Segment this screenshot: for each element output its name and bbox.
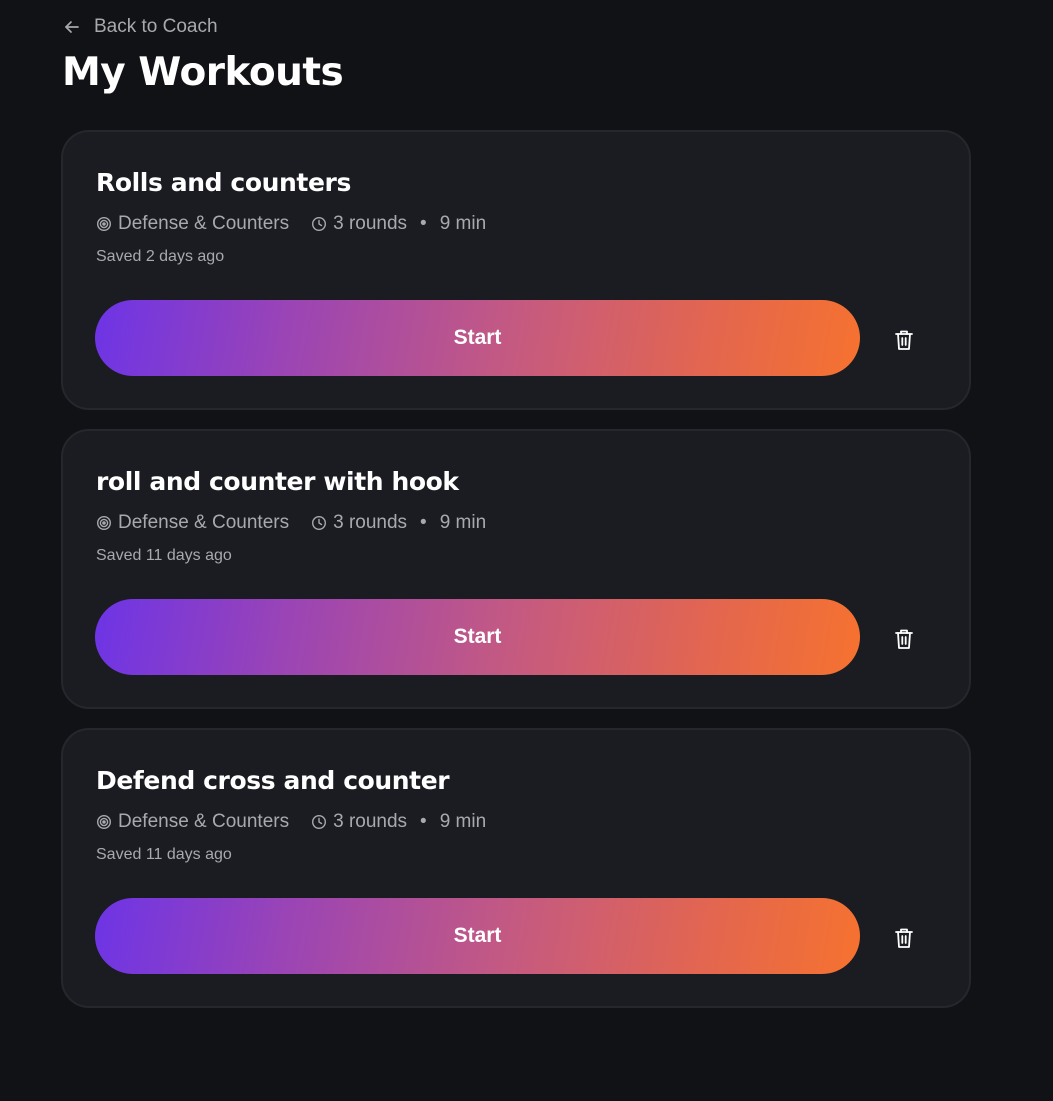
- saved-timestamp: Saved 11 days ago: [96, 846, 232, 863]
- duration-label: 9 min: [439, 811, 487, 832]
- trash-icon: [894, 329, 914, 351]
- workout-title: roll and counter with hook: [96, 467, 459, 496]
- rounds-label: 3 rounds: [333, 213, 408, 234]
- workout-category: Defense & Counters: [96, 512, 289, 534]
- meta-separator: •: [420, 512, 427, 533]
- category-label: Defense & Counters: [118, 213, 290, 234]
- workout-duration: 3 rounds • 9 min: [311, 811, 486, 833]
- delete-button[interactable]: [886, 322, 922, 358]
- category-label: Defense & Counters: [118, 811, 290, 832]
- meta-separator: •: [420, 213, 427, 234]
- workout-card: roll and counter with hook Defense & Cou…: [61, 429, 971, 709]
- workout-category: Defense & Counters: [96, 811, 289, 833]
- target-icon: [96, 515, 112, 531]
- delete-button[interactable]: [886, 920, 922, 956]
- saved-timestamp: Saved 11 days ago: [96, 547, 232, 564]
- workout-list: Rolls and counters Defense & Counters 3 …: [61, 130, 971, 1027]
- my-workouts-page: Back to Coach My Workouts Rolls and coun…: [0, 0, 1053, 1101]
- delete-button[interactable]: [886, 621, 922, 657]
- workout-duration: 3 rounds • 9 min: [311, 213, 486, 235]
- target-icon: [96, 216, 112, 232]
- trash-icon: [894, 628, 914, 650]
- duration-label: 9 min: [439, 512, 487, 533]
- workout-title: Rolls and counters: [96, 168, 351, 197]
- page-title: My Workouts: [62, 50, 344, 95]
- workout-meta: Defense & Counters 3 rounds • 9 min: [96, 213, 486, 235]
- arrow-left-icon: [62, 17, 82, 37]
- start-button[interactable]: Start: [95, 599, 860, 675]
- workout-duration: 3 rounds • 9 min: [311, 512, 486, 534]
- workout-category: Defense & Counters: [96, 213, 289, 235]
- back-to-coach-link[interactable]: Back to Coach: [62, 14, 218, 40]
- workout-meta: Defense & Counters 3 rounds • 9 min: [96, 512, 486, 534]
- clock-icon: [311, 515, 327, 531]
- start-button[interactable]: Start: [95, 898, 860, 974]
- trash-icon: [894, 927, 914, 949]
- workout-title: Defend cross and counter: [96, 766, 450, 795]
- start-button[interactable]: Start: [95, 300, 860, 376]
- clock-icon: [311, 814, 327, 830]
- workout-card: Defend cross and counter Defense & Count…: [61, 728, 971, 1008]
- duration-label: 9 min: [439, 213, 487, 234]
- target-icon: [96, 814, 112, 830]
- meta-separator: •: [420, 811, 427, 832]
- back-link-label: Back to Coach: [94, 16, 218, 37]
- workout-meta: Defense & Counters 3 rounds • 9 min: [96, 811, 486, 833]
- saved-timestamp: Saved 2 days ago: [96, 248, 225, 265]
- rounds-label: 3 rounds: [333, 512, 408, 533]
- workout-card: Rolls and counters Defense & Counters 3 …: [61, 130, 971, 410]
- category-label: Defense & Counters: [118, 512, 290, 533]
- clock-icon: [311, 216, 327, 232]
- rounds-label: 3 rounds: [333, 811, 408, 832]
